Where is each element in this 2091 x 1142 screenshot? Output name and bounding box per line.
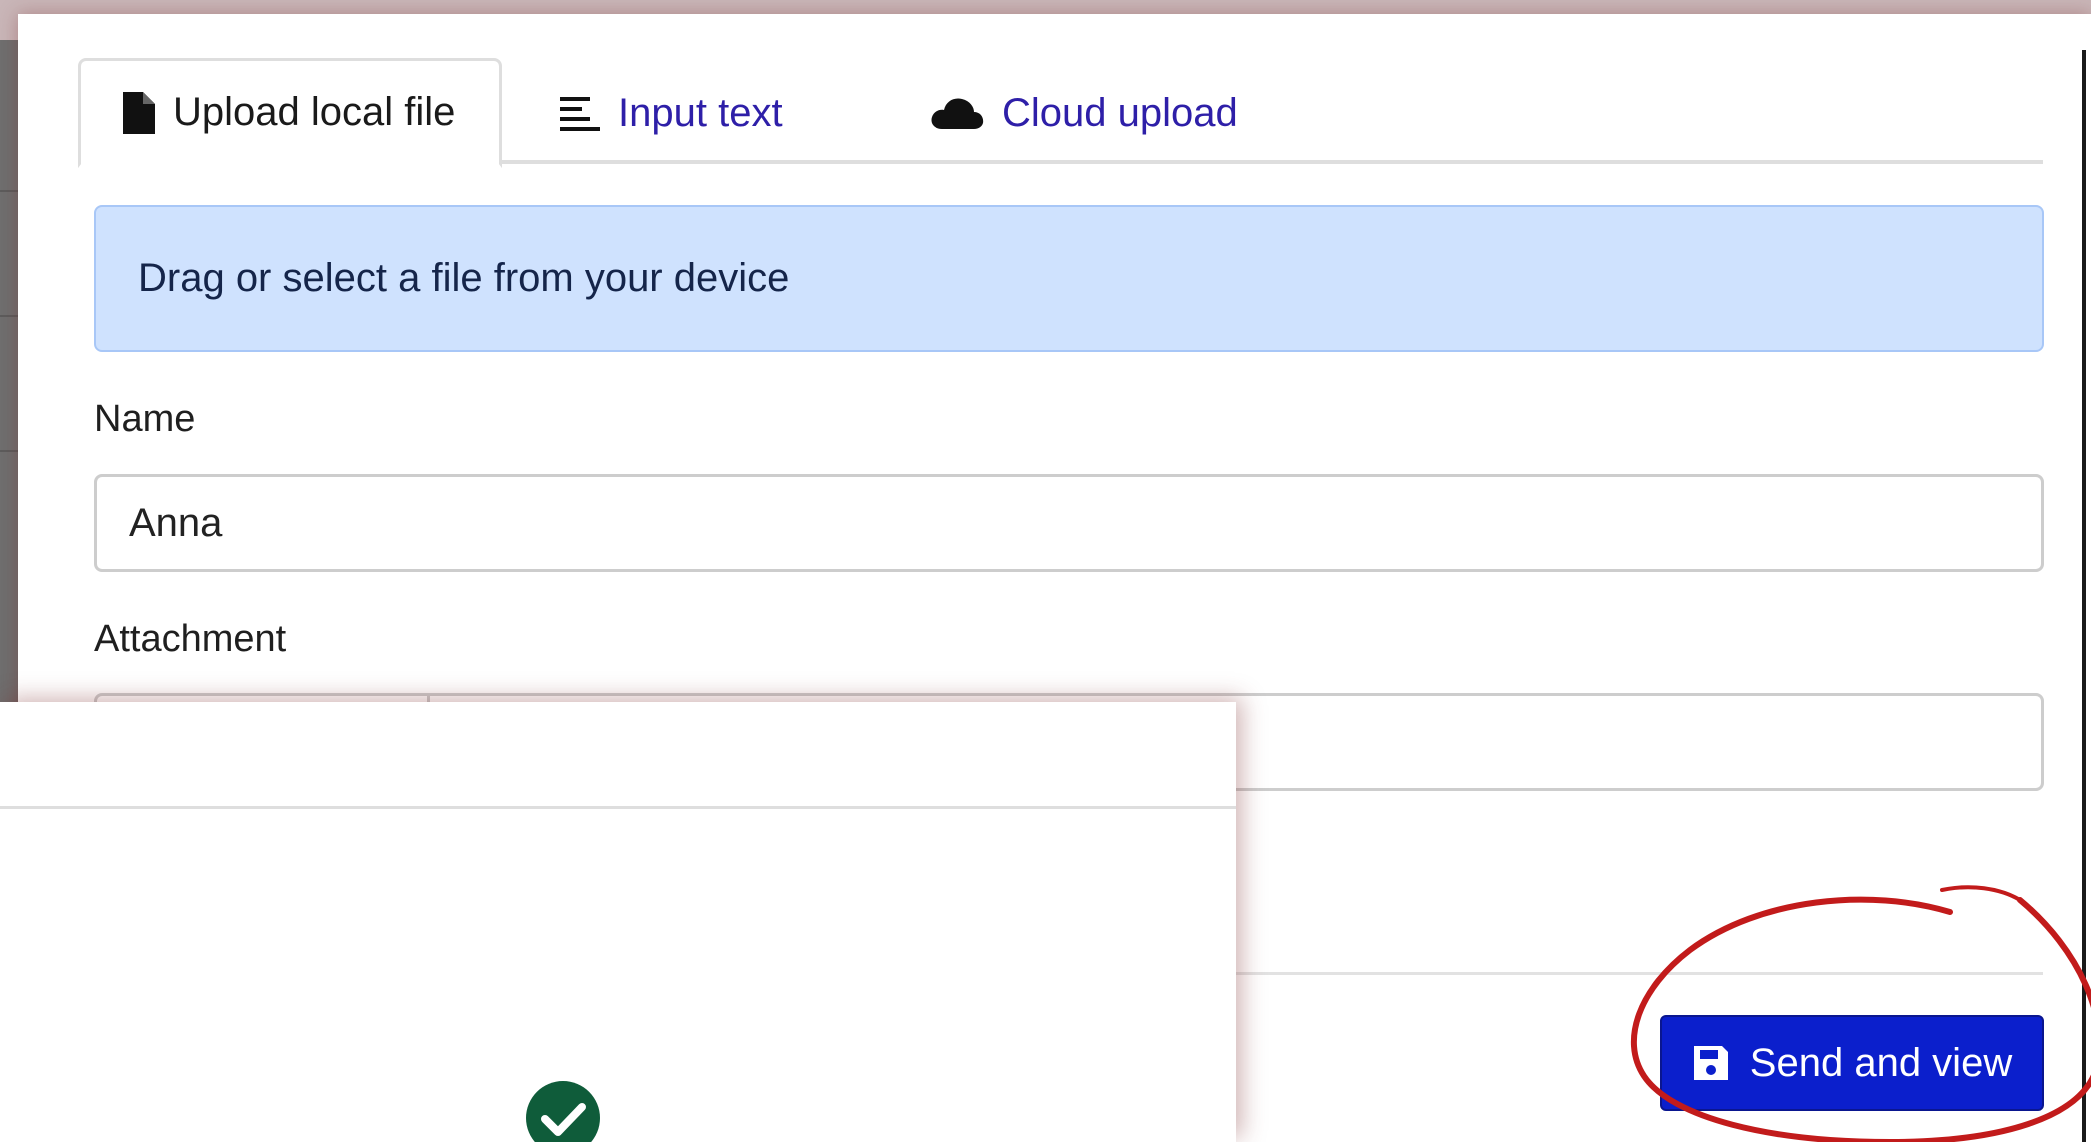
tab-label: Upload local file [173, 90, 456, 134]
save-icon [1693, 1046, 1728, 1080]
screenshot-stage: g Upload local file Input text Cloud u [0, 0, 2091, 1142]
send-button-label: Send and view [1749, 1040, 2013, 1085]
send-and-view-button[interactable]: Send and view [1660, 1015, 2044, 1111]
tab-label: Input text [618, 90, 783, 135]
modal-header-divider [0, 806, 1236, 809]
tab-upload-local-file[interactable]: Upload local file [78, 58, 502, 168]
result-modal [0, 702, 1236, 1142]
tab-input-text[interactable]: Input text [560, 58, 783, 168]
upload-tabs: Upload local file Input text Cloud uploa… [78, 44, 2043, 168]
tab-cloud-upload[interactable]: Cloud upload [930, 58, 1238, 168]
file-dropzone[interactable]: Drag or select a file from your device [94, 205, 2044, 352]
file-icon [123, 91, 155, 134]
check-circle-icon [526, 1081, 600, 1142]
window-edge [2082, 50, 2086, 1142]
name-input[interactable] [94, 474, 2044, 572]
name-label: Name [94, 398, 196, 440]
cloud-icon [931, 98, 984, 129]
align-left-icon [560, 97, 600, 131]
dropzone-text: Drag or select a file from your device [138, 256, 790, 300]
attachment-label: Attachment [94, 618, 287, 660]
tab-label: Cloud upload [1002, 90, 1238, 135]
